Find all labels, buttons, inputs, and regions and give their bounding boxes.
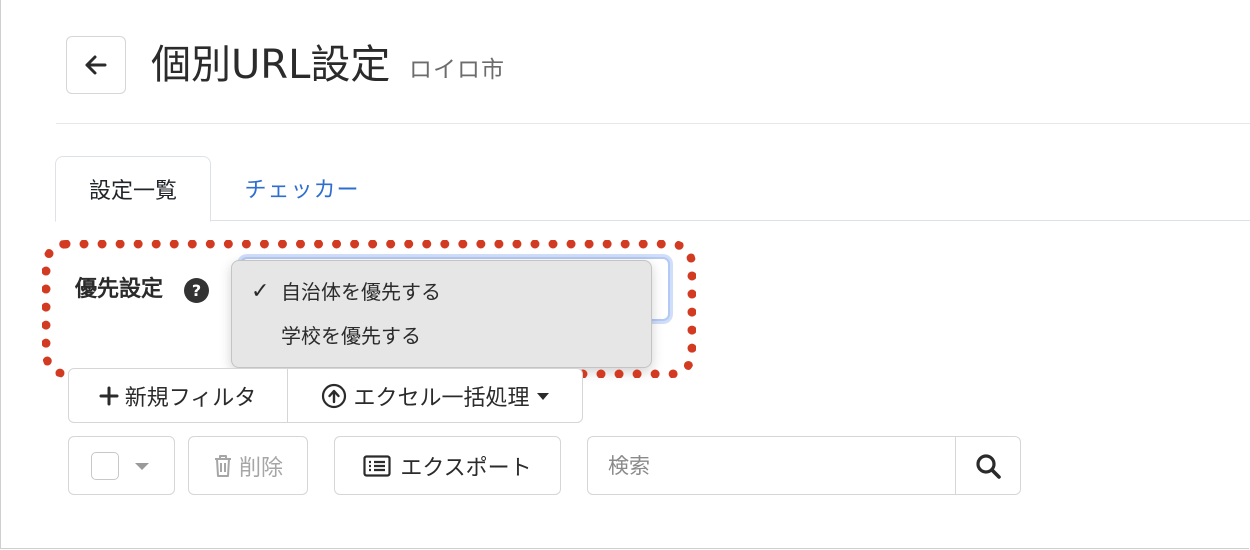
list-icon [363,454,391,477]
plus-icon [99,386,119,406]
header-divider [56,123,1250,124]
new-filter-button[interactable]: 新規フィルタ [68,368,287,423]
back-button[interactable] [66,36,126,94]
select-all-checkbox-dropdown[interactable] [68,436,175,495]
search-icon [976,453,1001,479]
upload-circle-icon [321,383,347,409]
search-input[interactable] [587,436,956,495]
export-label: エクスポート [400,455,532,481]
help-icon[interactable]: ? [184,278,209,303]
trash-icon [213,454,233,478]
excel-bulk-label: エクセル一括処理 [353,385,530,411]
priority-label: 優先設定 [75,277,164,302]
export-button[interactable]: エクスポート [334,436,561,495]
priority-dropdown-menu: ✓ 自治体を優先する 学校を優先する [231,260,652,368]
search-button[interactable] [955,436,1021,495]
tab-settings-list[interactable]: 設定一覧 [55,156,211,222]
page-subtitle: ロイロ市 [409,57,505,83]
dropdown-option-school[interactable]: 学校を優先する [232,316,651,356]
delete-button[interactable]: 削除 [188,436,308,495]
help-icon-glyph: ? [191,281,202,300]
delete-label: 削除 [238,455,283,481]
caret-down-icon [135,463,149,470]
check-icon: ✓ [251,279,270,304]
arrow-left-icon [85,55,107,75]
tabs-divider [56,220,1250,221]
dropdown-option-label: 自治体を優先する [281,280,441,304]
dropdown-option-label: 学校を優先する [281,324,421,348]
excel-bulk-button[interactable]: エクセル一括処理 [288,368,583,423]
caret-down-icon [536,391,550,401]
dropdown-option-municipality[interactable]: ✓ 自治体を優先する [232,272,651,312]
page-title: 個別URL設定 [151,42,391,88]
new-filter-label: 新規フィルタ [124,385,257,411]
tab-checker[interactable]: チェッカー [212,156,392,220]
select-all-checkbox[interactable] [91,452,119,480]
